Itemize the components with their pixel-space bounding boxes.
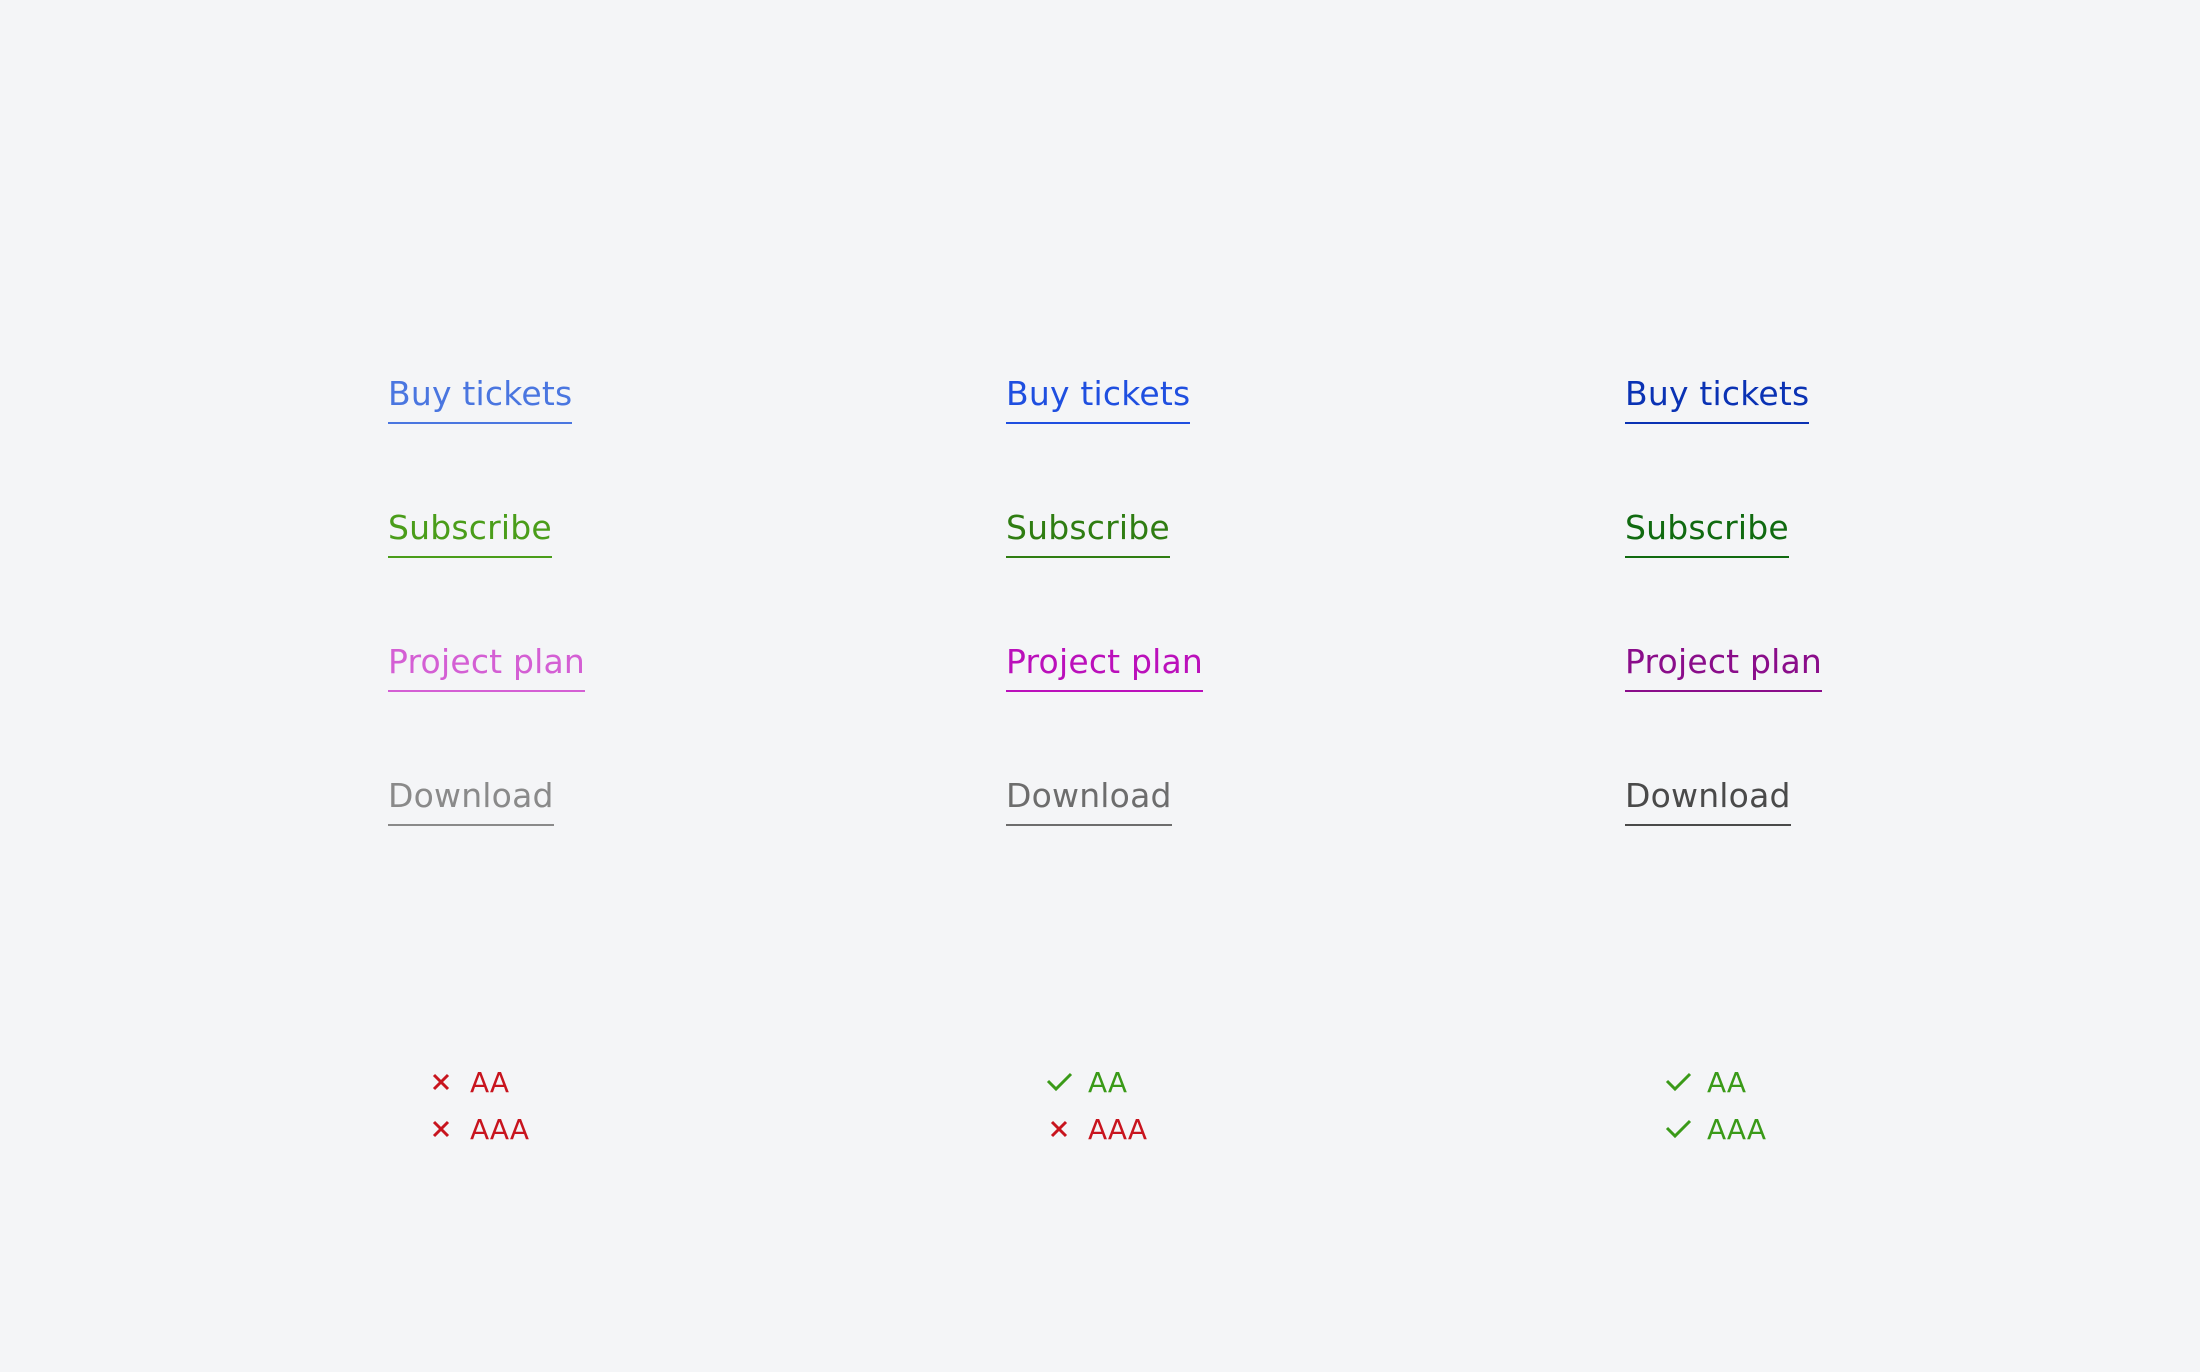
link-download[interactable]: Download bbox=[1006, 774, 1172, 826]
cross-icon bbox=[426, 1067, 456, 1097]
link-buy-tickets[interactable]: Buy tickets bbox=[1006, 372, 1191, 424]
cross-icon bbox=[1044, 1114, 1074, 1144]
badge-label: AA bbox=[1707, 1065, 1747, 1099]
badge-label: AA bbox=[1088, 1065, 1128, 1099]
badge-label: AA bbox=[470, 1065, 510, 1099]
wcag-aaa-badge: AAA bbox=[426, 1109, 529, 1149]
badge-label: AAA bbox=[470, 1112, 530, 1146]
link-project-plan[interactable]: Project plan bbox=[388, 640, 586, 692]
link-subscribe[interactable]: Subscribe bbox=[1006, 506, 1170, 558]
wcag-aa-badge: AA bbox=[426, 1062, 509, 1102]
link-subscribe[interactable]: Subscribe bbox=[1625, 506, 1789, 558]
wcag-aa-badge: AA bbox=[1663, 1062, 1746, 1102]
wcag-aa-badge: AA bbox=[1044, 1062, 1127, 1102]
wcag-aaa-badge: AAA bbox=[1044, 1109, 1147, 1149]
link-subscribe[interactable]: Subscribe bbox=[388, 506, 552, 558]
link-download[interactable]: Download bbox=[1625, 774, 1791, 826]
link-buy-tickets[interactable]: Buy tickets bbox=[1625, 372, 1810, 424]
link-download[interactable]: Download bbox=[388, 774, 554, 826]
badge-label: AAA bbox=[1707, 1112, 1767, 1146]
link-buy-tickets[interactable]: Buy tickets bbox=[388, 372, 573, 424]
check-icon bbox=[1663, 1067, 1693, 1097]
cross-icon bbox=[426, 1114, 456, 1144]
check-icon bbox=[1044, 1067, 1074, 1097]
link-project-plan[interactable]: Project plan bbox=[1625, 640, 1823, 692]
check-icon bbox=[1663, 1114, 1693, 1144]
wcag-aaa-badge: AAA bbox=[1663, 1109, 1766, 1149]
badge-label: AAA bbox=[1088, 1112, 1148, 1146]
link-project-plan[interactable]: Project plan bbox=[1006, 640, 1204, 692]
